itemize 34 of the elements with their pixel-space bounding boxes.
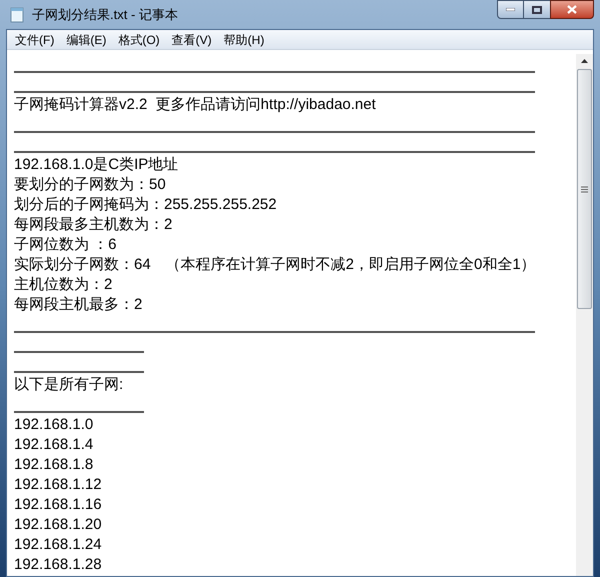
window-title: 子网划分结果.txt - 记事本 — [32, 6, 178, 24]
menu-item[interactable]: 帮助(H) — [218, 30, 270, 48]
scroll-thumb[interactable] — [577, 69, 592, 309]
text-line: 192.168.1.28 — [14, 555, 102, 575]
text-line: 192.168.1.0是C类IP地址 — [14, 155, 178, 175]
text-line: 实际划分子网数：64 （本程序在计算子网时不减2，即启用子网位全0和全1） — [14, 255, 536, 275]
menu-item[interactable]: 查看(V) — [166, 30, 218, 48]
text-line: 192.168.1.24 — [14, 535, 102, 555]
grip-icon — [581, 186, 588, 192]
text-line: 192.168.1.4 — [14, 435, 94, 455]
minimize-icon — [506, 8, 515, 11]
text-line: 192.168.1.20 — [14, 515, 102, 535]
text-line: 要划分的子网数为：50 — [14, 175, 166, 195]
text-line: 划分后的子网掩码为：255.255.255.252 — [14, 195, 277, 215]
menu-item[interactable]: 格式(O) — [112, 30, 166, 48]
text-line: 子网掩码计算器v2.2 更多作品请访问http://yibadao.net — [14, 95, 376, 115]
menu-item[interactable]: 文件(F) — [9, 30, 60, 48]
text-line: 主机位数为：2 — [14, 275, 112, 295]
maximize-icon — [532, 6, 542, 14]
text-line: 192.168.1.0 — [14, 415, 94, 435]
text-line: 每网段最多主机数为：2 — [14, 215, 172, 235]
text-line: 每网段主机最多：2 — [14, 295, 142, 315]
text-line: 192.168.1.16 — [14, 495, 102, 515]
text-line: 192.168.1.12 — [14, 475, 102, 495]
close-icon — [567, 5, 577, 14]
scrollbar[interactable] — [576, 54, 593, 576]
close-button[interactable] — [550, 0, 594, 19]
text-line: 子网位数为 ：6 — [14, 235, 117, 255]
minimize-button[interactable] — [497, 0, 524, 19]
text-line: 192.168.1.8 — [14, 455, 94, 475]
maximize-button[interactable] — [524, 0, 550, 19]
notepad-icon — [10, 6, 24, 22]
menu-item[interactable]: 编辑(E) — [60, 30, 112, 48]
text-line: 以下是所有子网: — [14, 375, 124, 395]
